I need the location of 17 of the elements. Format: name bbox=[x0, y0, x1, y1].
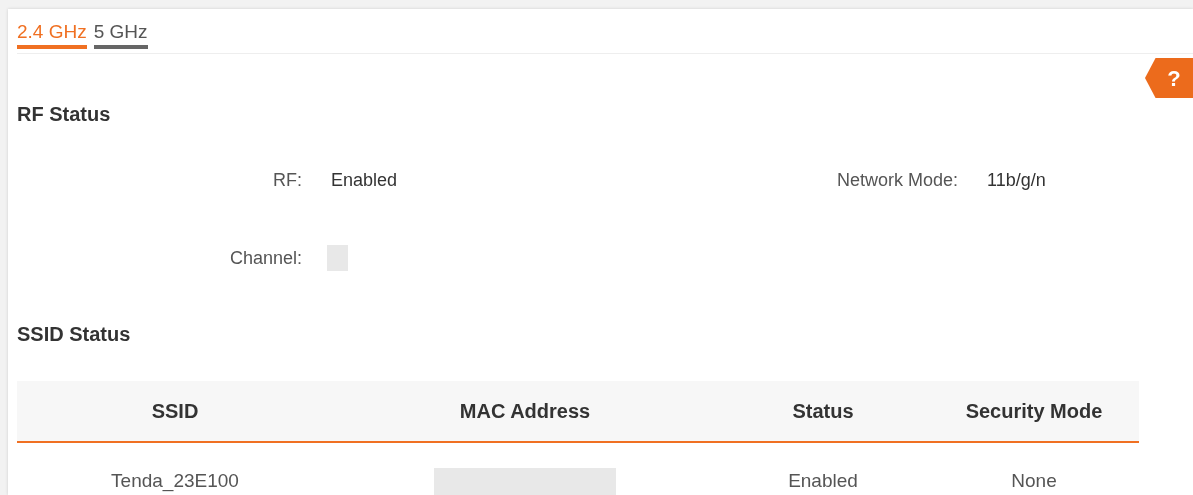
band-tab[interactable]: 5 GHz bbox=[93, 19, 148, 49]
band-tab[interactable]: 2.4 GHz bbox=[17, 19, 87, 49]
column-header: MAC Address bbox=[458, 399, 592, 424]
column-header: Status bbox=[791, 399, 855, 424]
section-heading: SSID Status bbox=[17, 322, 131, 347]
field-value: Enabled bbox=[331, 168, 398, 192]
field-label: Channel: bbox=[228, 246, 302, 270]
help-button[interactable]: ? bbox=[1145, 58, 1193, 98]
column-header: Security Mode bbox=[964, 399, 1104, 424]
table-cell-text: Tenda_23E100 bbox=[111, 468, 239, 494]
field-value: 11b/g/n bbox=[987, 168, 1046, 192]
field-label: RF: bbox=[272, 168, 302, 192]
field-label: Network Mode: bbox=[836, 168, 959, 192]
table-cell-text: Enabled bbox=[788, 468, 858, 493]
table-cell-text: None bbox=[1011, 468, 1057, 493]
section-heading: RF Status bbox=[17, 102, 111, 127]
column-header: SSID bbox=[150, 399, 200, 424]
